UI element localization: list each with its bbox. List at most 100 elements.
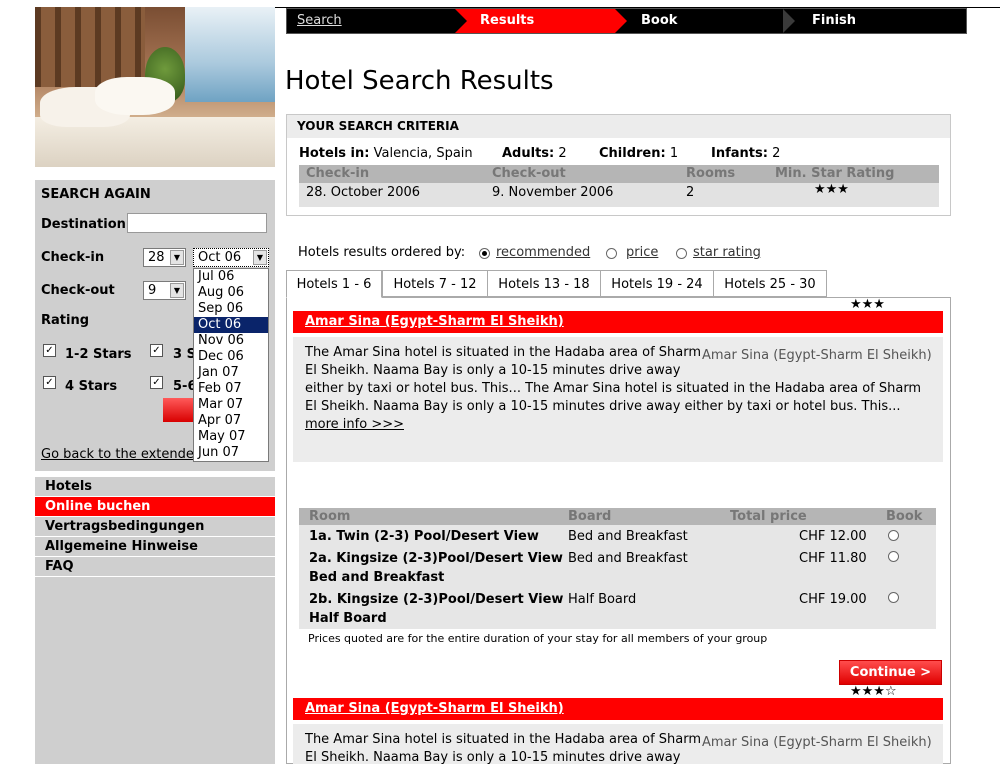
criteria-checkin-value: 28. October 2006: [306, 185, 421, 200]
hotel-description: The Amar Sina hotel is situated in the H…: [293, 724, 943, 764]
tab-hotels-25-30[interactable]: Hotels 25 - 30: [713, 270, 827, 297]
hotel-image-caption: Amar Sina (Egypt-Sharm El Sheikh): [702, 348, 932, 363]
adults-label: Adults:: [502, 146, 555, 161]
checkin-label: Check-in: [41, 250, 105, 265]
month-option[interactable]: Dec 06: [194, 349, 268, 365]
chevron-down-icon: ▼: [170, 250, 184, 265]
infants-label: Infants:: [711, 146, 768, 161]
sidebar-menu: Hotels Online buchen Vertragsbedingungen…: [35, 477, 275, 764]
checkin-day-select[interactable]: 28 ▼: [143, 248, 186, 267]
room-price: CHF 11.80: [799, 551, 867, 566]
hotel-image-caption: Amar Sina (Egypt-Sharm El Sheikh): [702, 735, 932, 750]
criteria-rooms-value: 2: [686, 185, 695, 200]
criteria-header-checkout: Check-out: [492, 166, 566, 181]
month-option[interactable]: Sep 06: [194, 301, 268, 317]
criteria-stars: ★★★: [814, 182, 849, 197]
continue-button[interactable]: Continue >: [839, 660, 942, 685]
rating-checkbox-5-6[interactable]: ✓: [150, 376, 163, 389]
destination-input[interactable]: [127, 213, 267, 233]
sidebar-item-allgemeine-hinweise[interactable]: Allgemeine Hinweise: [35, 537, 275, 557]
rating-checkbox-4[interactable]: ✓: [43, 376, 56, 389]
search-again-title: SEARCH AGAIN: [41, 187, 151, 202]
month-option-selected[interactable]: Oct 06: [194, 317, 268, 333]
criteria-header-checkin: Check-in: [306, 166, 370, 181]
hotel-stars: ★★★: [850, 297, 885, 312]
children-value: 1: [669, 146, 679, 161]
month-option[interactable]: Jun 07: [194, 445, 268, 461]
rating-checkbox-3[interactable]: ✓: [150, 344, 163, 357]
rooms-header-room: Room: [309, 509, 351, 524]
month-option[interactable]: Aug 06: [194, 285, 268, 301]
search-criteria-box: YOUR SEARCH CRITERIA Hotels in: Valencia…: [286, 114, 951, 216]
checkout-day-value: 9: [148, 283, 157, 298]
hotels-in-value: Valencia, Spain: [373, 146, 473, 161]
room-name: 2a. Kingsize (2-3)Pool/Desert View Bed a…: [309, 551, 563, 585]
tab-hotels-1-6[interactable]: Hotels 1 - 6: [286, 270, 382, 298]
rating-label: Rating: [41, 313, 90, 328]
step-book: Book: [641, 13, 678, 28]
tab-hotels-13-18[interactable]: Hotels 13 - 18: [487, 270, 601, 297]
more-info-link[interactable]: more info >>>: [305, 416, 935, 434]
month-dropdown-list[interactable]: Jul 06 Aug 06 Sep 06 Oct 06 Nov 06 Dec 0…: [193, 268, 269, 462]
order-price-radio[interactable]: [606, 248, 617, 259]
checkin-month-value: Oct 06: [198, 250, 242, 265]
sidebar-item-faq[interactable]: FAQ: [35, 557, 275, 577]
hotel-desc-line: El Sheikh. Naama Bay is only a 10-15 min…: [305, 363, 681, 378]
checkout-day-select[interactable]: 9 ▼: [143, 281, 186, 300]
room-name: 1a. Twin (2-3) Pool/Desert View: [309, 529, 539, 544]
rooms-table: Room Board Total price Book 1a. Twin (2-…: [299, 508, 936, 629]
order-price-link[interactable]: price: [626, 245, 658, 260]
chevron-down-icon: ▼: [253, 250, 267, 265]
hotel-desc-rest: either by taxi or hotel bus. This... The…: [305, 381, 922, 414]
price-note: Prices quoted are for the entire duratio…: [308, 632, 768, 645]
step-search-link[interactable]: Search: [297, 9, 342, 33]
sidebar-item-vertragsbedingungen[interactable]: Vertragsbedingungen: [35, 517, 275, 537]
criteria-table: Check-in Check-out Rooms Min. Star Ratin…: [299, 165, 939, 207]
order-recommended-radio[interactable]: [479, 248, 490, 259]
room-name: 2b. Kingsize (2-3)Pool/Desert View Half …: [309, 592, 564, 626]
back-to-extended-search-link[interactable]: Go back to the extended: [41, 447, 202, 462]
hotel-title-bar: Amar Sina (Egypt-Sharm El Sheikh): [293, 698, 943, 720]
month-option[interactable]: Jul 06: [194, 269, 268, 285]
sidebar-item-online-buchen[interactable]: Online buchen: [35, 497, 275, 517]
checkout-label: Check-out: [41, 283, 115, 298]
tab-hotels-7-12[interactable]: Hotels 7 - 12: [382, 270, 488, 297]
book-room-radio[interactable]: [888, 592, 899, 603]
destination-label: Destination: [41, 217, 126, 232]
month-option[interactable]: Feb 07: [194, 381, 268, 397]
step-finish: Finish: [812, 13, 857, 28]
hotel-desc-line: El Sheikh. Naama Bay is only a 10-15 min…: [305, 750, 681, 764]
book-room-radio[interactable]: [888, 551, 899, 562]
rating-option-4: 4 Stars: [65, 379, 118, 394]
hotels-in-label: Hotels in:: [299, 146, 370, 161]
chevron-down-icon: ▼: [170, 283, 184, 298]
month-option[interactable]: Mar 07: [194, 397, 268, 413]
hotel-stars: ★★★☆: [850, 684, 897, 699]
book-room-radio[interactable]: [888, 530, 899, 541]
room-board: Half Board: [568, 592, 637, 607]
ordering-label: Hotels results ordered by:: [298, 245, 466, 260]
infants-value: 2: [772, 146, 781, 161]
hotel-name-link[interactable]: Amar Sina (Egypt-Sharm El Sheikh): [305, 701, 564, 716]
order-star-rating-radio[interactable]: [676, 248, 687, 259]
checkin-day-value: 28: [148, 250, 165, 265]
step-results: Results: [480, 13, 535, 28]
rating-checkbox-1-2[interactable]: ✓: [43, 344, 56, 357]
hotel-name-link[interactable]: Amar Sina (Egypt-Sharm El Sheikh): [305, 314, 564, 329]
month-option[interactable]: Jan 07: [194, 365, 268, 381]
room-price: CHF 12.00: [799, 529, 867, 544]
order-recommended-link[interactable]: recommended: [496, 245, 590, 260]
sidebar-item-hotels[interactable]: Hotels: [35, 477, 275, 497]
checkin-month-select[interactable]: Oct 06 ▼: [193, 248, 269, 267]
rooms-header-price: Total price: [730, 509, 807, 524]
month-option[interactable]: May 07: [194, 429, 268, 445]
rooms-header-book: Book: [886, 509, 923, 524]
month-option[interactable]: Nov 06: [194, 333, 268, 349]
room-price: CHF 19.00: [799, 592, 867, 607]
room-board: Bed and Breakfast: [568, 551, 688, 566]
month-option[interactable]: Apr 07: [194, 413, 268, 429]
hotel-title-bar: Amar Sina (Egypt-Sharm El Sheikh): [293, 311, 943, 333]
order-star-rating-link[interactable]: star rating: [693, 245, 761, 260]
booking-steps-bar: Search Results Book Finish: [286, 8, 967, 34]
tab-hotels-19-24[interactable]: Hotels 19 - 24: [600, 270, 714, 297]
